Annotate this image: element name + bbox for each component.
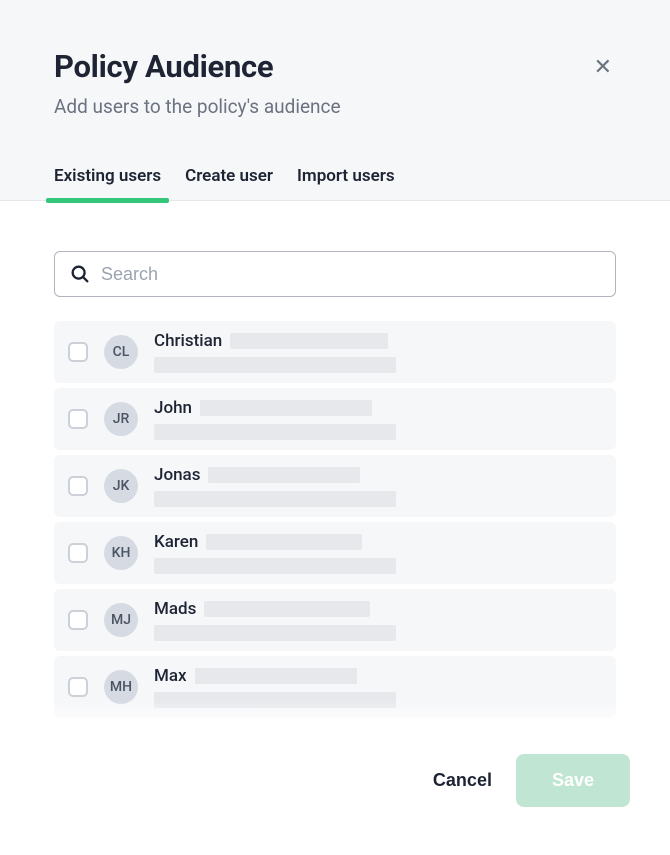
user-checkbox[interactable] <box>68 409 88 429</box>
redacted-text <box>154 491 396 507</box>
user-row: JR John <box>54 388 616 450</box>
user-info: Karen <box>154 532 602 574</box>
user-info: Mads <box>154 599 602 641</box>
tab-create-user[interactable]: Create user <box>185 166 273 200</box>
page-title: Policy Audience <box>54 48 341 85</box>
user-name-line: Mads <box>154 599 602 619</box>
redacted-text <box>154 692 396 708</box>
user-info: Christian <box>154 331 602 373</box>
tab-existing-users[interactable]: Existing users <box>54 166 161 200</box>
avatar: MJ <box>104 603 138 637</box>
user-list: CL Christian JR John JK <box>54 321 616 718</box>
dialog-header: Policy Audience Add users to the policy'… <box>0 0 670 201</box>
avatar: KH <box>104 536 138 570</box>
redacted-text <box>204 601 370 617</box>
search-field[interactable] <box>54 251 616 297</box>
redacted-text <box>230 333 388 349</box>
user-name-line: Karen <box>154 532 602 552</box>
user-name: John <box>154 398 192 418</box>
dialog-footer: Cancel Save <box>0 730 670 855</box>
user-info: Max <box>154 666 602 708</box>
tab-import-users[interactable]: Import users <box>297 166 395 200</box>
dialog-content: CL Christian JR John JK <box>0 201 670 718</box>
user-name: Jonas <box>154 465 200 485</box>
user-info: Jonas <box>154 465 602 507</box>
redacted-text <box>154 625 396 641</box>
avatar: JR <box>104 402 138 436</box>
user-name-line: Max <box>154 666 602 686</box>
avatar: JK <box>104 469 138 503</box>
cancel-button[interactable]: Cancel <box>433 770 492 791</box>
user-checkbox[interactable] <box>68 543 88 563</box>
tabs: Existing users Create user Import users <box>54 166 616 200</box>
user-name: Christian <box>154 331 222 351</box>
redacted-text <box>154 424 396 440</box>
user-row: KH Karen <box>54 522 616 584</box>
user-name-line: Jonas <box>154 465 602 485</box>
redacted-text <box>200 400 372 416</box>
redacted-text <box>208 467 360 483</box>
user-name: Max <box>154 666 187 686</box>
user-checkbox[interactable] <box>68 476 88 496</box>
user-row: JK Jonas <box>54 455 616 517</box>
user-name: Karen <box>154 532 198 552</box>
save-button[interactable]: Save <box>516 754 630 807</box>
search-icon <box>69 263 91 285</box>
user-row: MJ Mads <box>54 589 616 651</box>
user-checkbox[interactable] <box>68 342 88 362</box>
redacted-text <box>154 357 396 373</box>
user-checkbox[interactable] <box>68 677 88 697</box>
user-row: CL Christian <box>54 321 616 383</box>
search-input[interactable] <box>101 264 601 285</box>
user-name-line: Christian <box>154 331 602 351</box>
header-top: Policy Audience Add users to the policy'… <box>54 48 616 118</box>
title-block: Policy Audience Add users to the policy'… <box>54 48 341 118</box>
page-subtitle: Add users to the policy's audience <box>54 95 341 118</box>
redacted-text <box>195 668 357 684</box>
redacted-text <box>206 534 362 550</box>
user-name-line: John <box>154 398 602 418</box>
avatar: CL <box>104 335 138 369</box>
user-info: John <box>154 398 602 440</box>
avatar: MH <box>104 670 138 704</box>
close-icon: ✕ <box>594 54 612 79</box>
user-row: MH Max <box>54 656 616 718</box>
redacted-text <box>154 558 396 574</box>
user-name: Mads <box>154 599 196 619</box>
close-button[interactable]: ✕ <box>590 56 616 78</box>
user-checkbox[interactable] <box>68 610 88 630</box>
